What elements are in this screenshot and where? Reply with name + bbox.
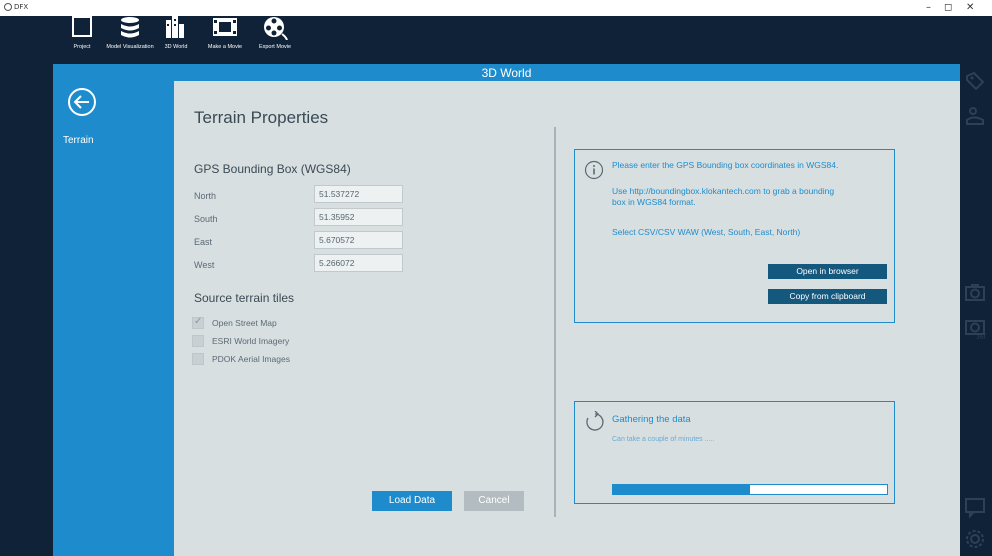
esri-label: ESRI World Imagery [212,336,290,346]
info-line-2b: box in WGS84 format. [612,197,696,207]
progress-bar [612,484,888,495]
svg-text:360: 360 [976,334,986,340]
camera-360-icon[interactable]: 360 [964,316,986,340]
left-panel: Terrain [53,81,174,556]
east-input[interactable] [314,231,403,249]
sidebar-item-terrain[interactable]: Terrain [63,135,94,146]
walker-icon[interactable] [964,106,986,128]
page-title: Terrain Properties [194,108,329,127]
close-button[interactable]: ✕ [966,2,974,13]
bbox-section-title: GPS Bounding Box (WGS84) [194,162,351,176]
camera-icon[interactable] [964,282,986,304]
check-icon: ✓ [194,316,203,327]
toolbar-model-visualization[interactable]: Model Visualization [104,16,156,64]
back-arrow-icon[interactable] [67,87,97,117]
city-icon [166,16,184,38]
tag-icon[interactable] [964,70,986,92]
square-icon [72,16,92,37]
toolbar-3d-world-label: 3D World [164,44,188,50]
open-in-browser-button[interactable]: Open in browser [768,264,887,279]
info-line-1: Please enter the GPS Bounding box coordi… [612,160,839,170]
toolbar-project[interactable]: Project [56,16,108,64]
film-reel-icon [264,17,288,40]
toolbar-export-movie-label: Export Movie [258,44,292,50]
title-bar: DFX – ◻ ✕ [0,0,992,16]
top-toolbar: Project Model Visualization 3D World Mak… [0,16,992,64]
film-icon [213,18,237,36]
app-title: DFX [4,3,28,11]
right-toolbar: 360 [960,64,992,556]
toolbar-make-movie[interactable]: Make a Movie [199,16,251,64]
osm-checkbox[interactable]: ✓ [192,316,204,329]
pdok-checkbox[interactable] [192,353,204,365]
esri-checkbox[interactable] [192,335,204,347]
vertical-divider [554,127,556,517]
settings-icon[interactable] [964,528,986,550]
toolbar-make-movie-label: Make a Movie [207,44,243,50]
toolbar-export-movie[interactable]: Export Movie [249,16,301,64]
minimize-button[interactable]: – [926,2,931,13]
west-input[interactable] [314,254,403,272]
tiles-section-title: Source terrain tiles [194,291,295,305]
load-data-button[interactable]: Load Data [372,491,452,511]
toolbar-3d-world[interactable]: 3D World [150,16,202,64]
north-label: North [194,191,217,201]
osm-label: Open Street Map [212,318,277,328]
cancel-button[interactable]: Cancel [464,491,524,511]
east-label: East [194,237,213,247]
app-logo-icon [4,3,12,11]
progress-fill [613,485,750,494]
west-label: West [194,260,215,270]
progress-title: Gathering the data [612,414,691,425]
section-header: 3D World [53,64,960,81]
north-input[interactable] [314,185,403,203]
main-content: Terrain Properties GPS Bounding Box (WGS… [174,81,960,556]
info-line-3: Select CSV/CSV WAW (West, South, East, N… [612,227,801,237]
info-box: Please enter the GPS Bounding box coordi… [574,149,895,323]
progress-subtitle: Can take a couple of minutes ..... [612,436,715,443]
database-icon [121,17,139,38]
pdok-label: PDOK Aerial Images [212,354,290,364]
chat-icon[interactable] [964,496,986,518]
info-line-2a: Use http://boundingbox.klokantech.com to… [612,186,835,196]
toolbar-project-label: Project [73,44,91,50]
south-input[interactable] [314,208,403,226]
section-title: 3D World [481,66,532,80]
app-title-text: DFX [14,3,29,11]
progress-box: Gathering the data Can take a couple of … [574,401,895,504]
info-icon [584,160,604,180]
south-label: South [194,214,218,224]
toolbar-model-visualization-label: Model Visualization [106,44,154,50]
refresh-icon [586,411,604,431]
copy-from-clipboard-button[interactable]: Copy from clipboard [768,289,887,304]
maximize-button[interactable]: ◻ [944,2,952,13]
